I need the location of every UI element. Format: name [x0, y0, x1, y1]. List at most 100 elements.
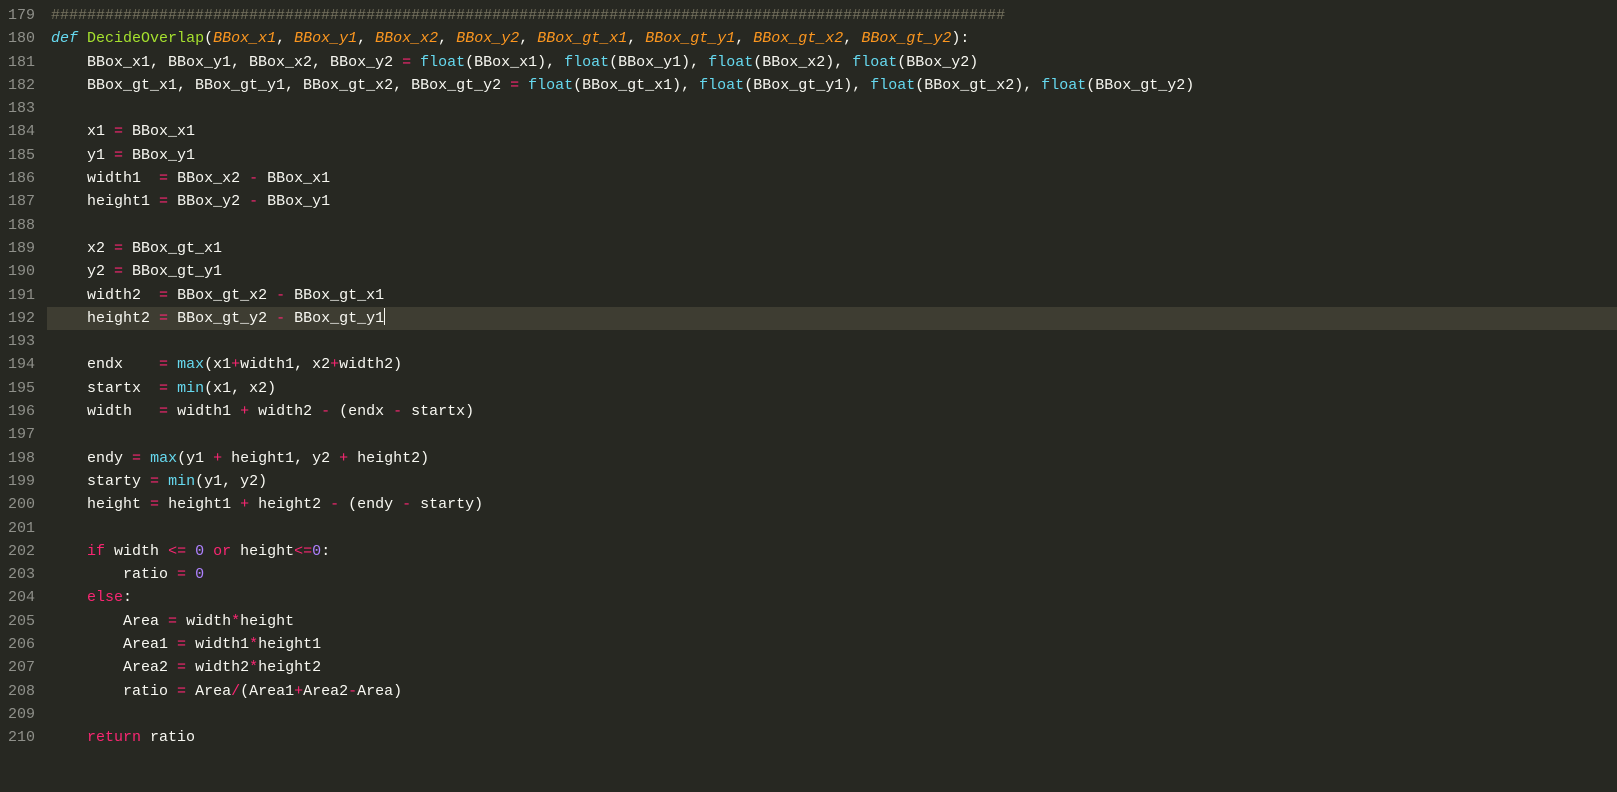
code-token: (y1	[177, 450, 213, 467]
code-line[interactable]: width1 = BBox_x2 - BBox_x1	[47, 167, 1617, 190]
code-line[interactable]	[47, 330, 1617, 353]
code-token: float	[870, 77, 915, 94]
code-line[interactable]: y2 = BBox_gt_y1	[47, 260, 1617, 283]
code-token: =	[150, 496, 159, 513]
code-token: (y1, y2)	[195, 473, 267, 490]
code-token: width2)	[339, 356, 402, 373]
code-token: (BBox_y2)	[897, 54, 978, 71]
code-line[interactable]: Area2 = width2*height2	[47, 656, 1617, 679]
code-line[interactable]	[47, 423, 1617, 446]
code-token: (BBox_gt_x2),	[915, 77, 1041, 94]
code-token: /	[231, 683, 240, 700]
line-number: 192	[8, 307, 35, 330]
line-number: 207	[8, 656, 35, 679]
code-token: =	[114, 147, 123, 164]
code-token	[204, 543, 213, 560]
code-line[interactable]: Area = width*height	[47, 610, 1617, 633]
line-number: 193	[8, 330, 35, 353]
code-token: height2)	[348, 450, 429, 467]
code-token: =	[510, 77, 519, 94]
line-number-gutter: 1791801811821831841851861871881891901911…	[0, 0, 47, 754]
code-token: else	[87, 589, 123, 606]
code-token	[51, 729, 87, 746]
code-token: BBox_gt_y2	[168, 310, 276, 327]
line-number: 202	[8, 540, 35, 563]
code-token	[186, 543, 195, 560]
code-token: (endx	[330, 403, 393, 420]
code-token: +	[294, 683, 303, 700]
code-token: -	[348, 683, 357, 700]
code-token: ,	[276, 30, 294, 47]
code-line[interactable]: BBox_x1, BBox_y1, BBox_x2, BBox_y2 = flo…	[47, 51, 1617, 74]
code-token: ,	[843, 30, 861, 47]
code-token: ,	[357, 30, 375, 47]
code-token: def	[51, 30, 78, 47]
line-number: 203	[8, 563, 35, 586]
code-line[interactable]	[47, 703, 1617, 726]
code-line[interactable]: height2 = BBox_gt_y2 - BBox_gt_y1	[47, 307, 1617, 330]
code-token: *	[249, 636, 258, 653]
code-line[interactable]: Area1 = width1*height1	[47, 633, 1617, 656]
code-token: max	[150, 450, 177, 467]
code-line[interactable]: width = width1 + width2 - (endx - startx…	[47, 400, 1617, 423]
code-token: Area	[51, 613, 168, 630]
code-token: =	[114, 263, 123, 280]
code-token: DecideOverlap	[87, 30, 204, 47]
code-line[interactable]: width2 = BBox_gt_x2 - BBox_gt_x1	[47, 284, 1617, 307]
code-token: =	[114, 123, 123, 140]
code-token: max	[177, 356, 204, 373]
code-line[interactable]	[47, 214, 1617, 237]
code-token: =	[177, 566, 186, 583]
code-token: 0	[195, 566, 204, 583]
code-token: BBox_gt_y1	[123, 263, 222, 280]
code-line[interactable]: ratio = 0	[47, 563, 1617, 586]
code-line[interactable]: x1 = BBox_x1	[47, 120, 1617, 143]
code-token: =	[114, 240, 123, 257]
code-token: endy	[51, 450, 132, 467]
code-token: startx	[51, 380, 159, 397]
code-line[interactable]: if width <= 0 or height<=0:	[47, 540, 1617, 563]
code-line[interactable]: ratio = Area/(Area1+Area2-Area)	[47, 680, 1617, 703]
code-token	[168, 380, 177, 397]
code-token: width	[177, 613, 231, 630]
code-token	[51, 543, 87, 560]
code-line[interactable]: else:	[47, 586, 1617, 609]
code-line[interactable]	[47, 97, 1617, 120]
code-token: -	[330, 496, 339, 513]
code-token: (BBox_gt_x1),	[573, 77, 699, 94]
code-token: =	[177, 636, 186, 653]
code-token: BBox_y1	[294, 30, 357, 47]
code-line[interactable]: return ratio	[47, 726, 1617, 749]
code-line[interactable]: def DecideOverlap(BBox_x1, BBox_y1, BBox…	[47, 27, 1617, 50]
code-line[interactable]: height1 = BBox_y2 - BBox_y1	[47, 190, 1617, 213]
line-number: 188	[8, 214, 35, 237]
line-number: 181	[8, 51, 35, 74]
code-line[interactable]: startx = min(x1, x2)	[47, 377, 1617, 400]
code-token: width1, x2	[240, 356, 330, 373]
code-line[interactable]: BBox_gt_x1, BBox_gt_y1, BBox_gt_x2, BBox…	[47, 74, 1617, 97]
code-line[interactable]: endy = max(y1 + height1, y2 + height2)	[47, 447, 1617, 470]
code-line[interactable]: starty = min(y1, y2)	[47, 470, 1617, 493]
code-token: height	[231, 543, 294, 560]
code-token: if	[87, 543, 105, 560]
code-token: BBox_gt_y2	[861, 30, 951, 47]
code-line[interactable]: height = height1 + height2 - (endy - sta…	[47, 493, 1617, 516]
code-editor[interactable]: 1791801811821831841851861871881891901911…	[0, 0, 1617, 754]
code-line[interactable]: x2 = BBox_gt_x1	[47, 237, 1617, 260]
code-token: 0	[195, 543, 204, 560]
code-line[interactable]	[47, 517, 1617, 540]
code-token: -	[276, 287, 285, 304]
code-token: (Area1	[240, 683, 294, 700]
code-line[interactable]: endx = max(x1+width1, x2+width2)	[47, 353, 1617, 376]
code-line[interactable]: y1 = BBox_y1	[47, 144, 1617, 167]
line-number: 180	[8, 27, 35, 50]
code-area[interactable]: ########################################…	[47, 0, 1617, 754]
code-token: BBox_gt_x1	[123, 240, 222, 257]
code-token: ratio	[51, 683, 177, 700]
code-token: width1	[51, 170, 159, 187]
code-token: +	[213, 450, 222, 467]
code-line[interactable]: ########################################…	[47, 4, 1617, 27]
code-token: (BBox_x1),	[465, 54, 564, 71]
code-token: -	[321, 403, 330, 420]
code-token: starty	[51, 473, 150, 490]
